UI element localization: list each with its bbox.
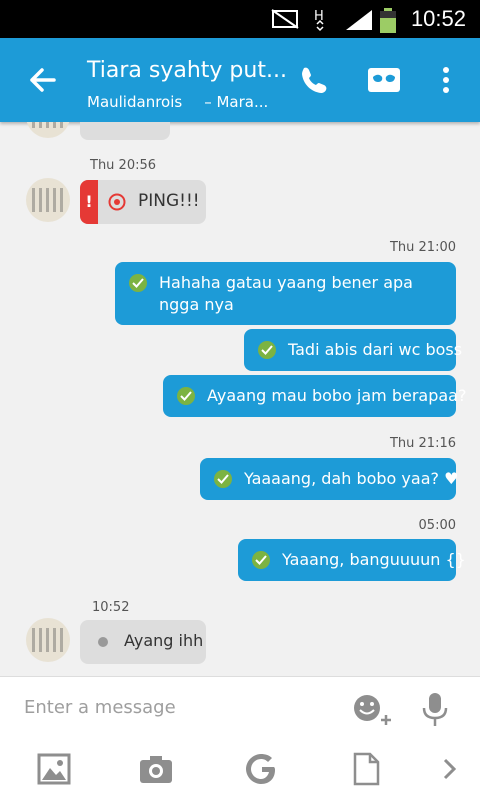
participant-secondary: – Mara... — [204, 93, 269, 111]
google-icon[interactable] — [244, 751, 280, 787]
check-icon — [129, 274, 147, 292]
ping-icon — [108, 193, 126, 211]
contact-avatar[interactable] — [26, 618, 70, 662]
image-icon[interactable] — [36, 751, 72, 787]
battery-icon — [380, 8, 396, 33]
contact-avatar[interactable] — [26, 122, 70, 138]
emoji-add-icon[interactable] — [352, 693, 394, 727]
timestamp: Thu 21:00 — [389, 240, 456, 255]
conversation-title[interactable]: Tiara syahty put... — [87, 58, 287, 83]
clock: 10:52 — [410, 6, 466, 31]
message-text: Tadi abis dari wc boss — [288, 340, 463, 359]
outgoing-message[interactable]: Yaaaang, dah bobo yaa? ♥ — [200, 458, 459, 500]
message-text: Yaaaang, dah bobo yaa? ♥ — [244, 469, 459, 488]
outgoing-message[interactable]: Yaaang, banguuuun {} — [238, 539, 466, 581]
contact-avatar[interactable] — [26, 178, 70, 222]
document-icon[interactable] — [348, 751, 384, 787]
timestamp: 05:00 — [418, 518, 456, 533]
pending-dot-icon — [98, 637, 108, 647]
camera-icon[interactable] — [138, 751, 174, 787]
message-text: Ayaang mau bobo jam berapaa? — [207, 386, 467, 405]
signal-icon — [346, 10, 372, 30]
check-icon — [258, 341, 276, 359]
message-text: Yaaang, banguuuun {} — [282, 550, 466, 569]
timestamp: Thu 21:16 — [389, 436, 456, 451]
no-vibrate-icon — [271, 9, 299, 29]
outgoing-message[interactable]: Tadi abis dari wc boss — [244, 329, 462, 371]
phone-icon[interactable] — [292, 60, 332, 100]
chevron-right-icon[interactable] — [432, 751, 468, 787]
outgoing-message[interactable]: Ayaang mau bobo jam berapaa? — [163, 375, 466, 417]
message-text: Hahaha gatau yaang bener apa ngga nya — [159, 273, 413, 314]
back-arrow-icon[interactable] — [22, 60, 62, 100]
hspa-icon: H — [314, 9, 324, 32]
message-text: Ayang ihh — [124, 631, 204, 650]
error-flag: ! — [80, 180, 98, 224]
incoming-message-partial[interactable] — [80, 122, 170, 140]
message-composer: Enter a message — [0, 676, 480, 801]
check-icon — [177, 387, 195, 405]
timestamp: 10:52 — [92, 600, 130, 615]
overflow-menu-icon[interactable] — [426, 60, 466, 100]
conversation-header: Tiara syahty put... Maulidanrois – Mara..… — [0, 38, 480, 122]
incognito-mask-icon[interactable] — [364, 60, 404, 100]
outgoing-message[interactable]: Hahaha gatau yaang bener apa ngga nya — [115, 262, 456, 325]
check-icon — [214, 470, 232, 488]
ping-message[interactable]: ! PING!!! — [80, 180, 206, 224]
message-list[interactable]: Thu 20:56 ! PING!!! Thu 21:00 Hahaha gat… — [0, 122, 480, 674]
incoming-message[interactable]: Ayang ihh — [80, 620, 206, 664]
conversation-participants[interactable]: Maulidanrois – Mara... — [87, 93, 268, 111]
participant-primary: Maulidanrois — [87, 93, 183, 111]
microphone-icon[interactable] — [420, 691, 450, 729]
timestamp: Thu 20:56 — [90, 158, 157, 173]
ping-text: PING!!! — [138, 191, 200, 211]
status-bar: H 10:52 — [0, 0, 480, 38]
message-input[interactable]: Enter a message — [24, 697, 176, 718]
check-icon — [252, 551, 270, 569]
